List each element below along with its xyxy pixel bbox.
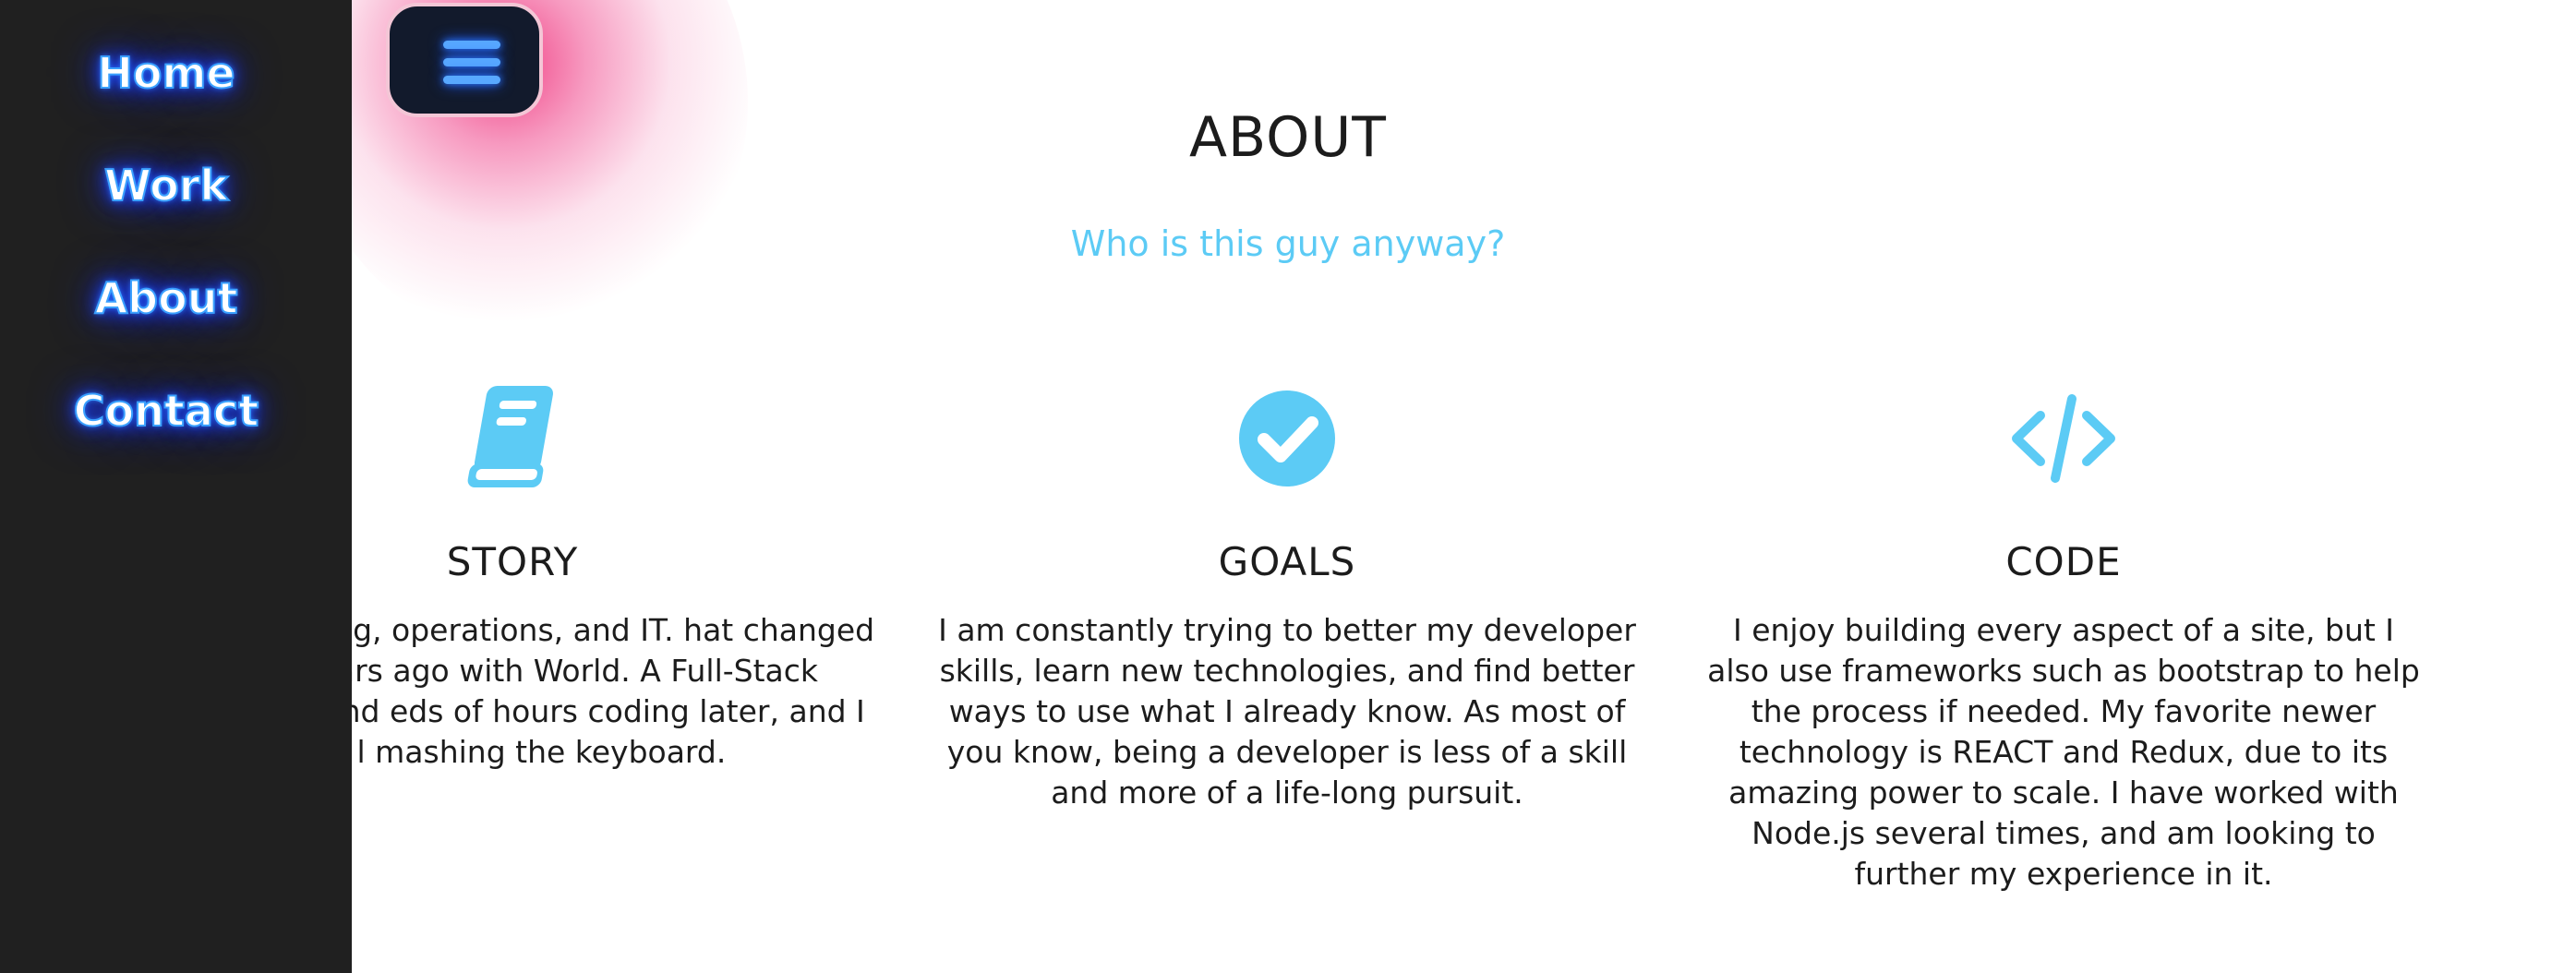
- nav-item-contact[interactable]: Contact: [0, 385, 332, 437]
- nav-item-home[interactable]: Home: [0, 47, 332, 99]
- sidebar-nav: Home Work About Contact: [0, 0, 352, 973]
- code-icon: [2012, 394, 2115, 483]
- goals-column: GOALS I am constantly trying to better m…: [909, 378, 1666, 813]
- code-text: I enjoy building every aspect of a site,…: [1707, 612, 2420, 892]
- nav-item-work[interactable]: Work: [0, 160, 332, 211]
- page: ABOUT Who is this guy anyway? STORY d in…: [0, 0, 2576, 973]
- hamburger-icon: [443, 39, 500, 87]
- goals-heading: GOALS: [1218, 539, 1356, 584]
- check-circle-icon: [1239, 390, 1335, 486]
- code-column: CODE I enjoy building every aspect of a …: [1685, 378, 2442, 895]
- hamburger-bar: [443, 41, 500, 49]
- nav-item-about[interactable]: About: [0, 272, 332, 324]
- code-heading: CODE: [2005, 539, 2122, 584]
- goals-text: I am constantly trying to better my deve…: [938, 612, 1636, 811]
- book-icon: [467, 386, 553, 487]
- hamburger-bar: [443, 58, 500, 66]
- hamburger-bar: [443, 76, 500, 84]
- menu-toggle-button[interactable]: [386, 3, 543, 117]
